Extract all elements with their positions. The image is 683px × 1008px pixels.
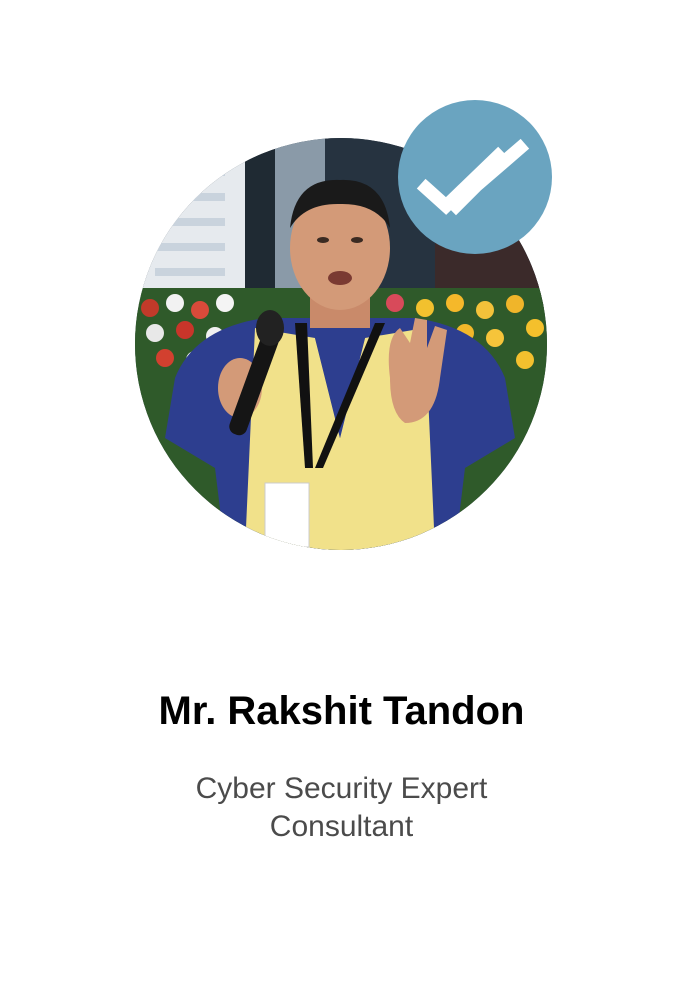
person-title-secondary: Consultant xyxy=(269,810,414,843)
verified-badge xyxy=(398,100,552,254)
person-name: Mr. Rakshit Tandon xyxy=(158,689,525,733)
profile-card: Mr. Rakshit Tandon Cyber Security Expert… xyxy=(0,0,683,1008)
double-check-icon xyxy=(416,138,530,216)
person-title-primary: Cyber Security Expert xyxy=(195,772,488,805)
